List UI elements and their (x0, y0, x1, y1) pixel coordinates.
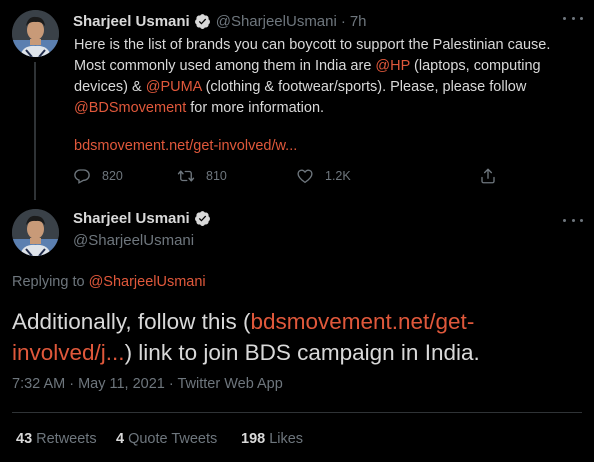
replying-label: Replying to (12, 274, 89, 290)
mention-bdsmovement[interactable]: @BDSmovement (74, 100, 186, 116)
author-handle[interactable]: @SharjeelUsmani (216, 13, 337, 30)
retweets-stat[interactable]: 43 Retweets (16, 431, 97, 447)
more-icon[interactable] (563, 11, 583, 25)
avatar[interactable] (12, 209, 59, 256)
author-handle[interactable]: @SharjeelUsmani (73, 232, 194, 249)
likes-label: Likes (269, 431, 304, 447)
mention-hp[interactable]: @HP (375, 58, 410, 74)
tweet-text: Here is the list of brands you can boyco… (74, 35, 569, 119)
retweet-count: 810 (206, 169, 227, 183)
tweet-text-part: ) link to join BDS campaign in India. (124, 340, 480, 365)
tweet-timestamp[interactable]: 7:32 AM · May 11, 2021 · Twitter Web App (12, 376, 283, 392)
tweet-text-part: for more information. (186, 100, 325, 116)
thread-line (34, 62, 36, 200)
avatar[interactable] (12, 10, 59, 57)
like-count: 1.2K (325, 169, 351, 183)
separator-dot: · (340, 12, 346, 30)
retweets-label: Retweets (36, 431, 97, 447)
tweet-time[interactable]: 7h (350, 13, 367, 30)
tweet-text: Additionally, follow this (bdsmovement.n… (12, 306, 582, 368)
replying-to: Replying to @SharjeelUsmani (12, 274, 206, 290)
avatar-image (12, 209, 59, 256)
likes-count: 198 (241, 431, 266, 447)
share-icon (481, 168, 495, 184)
tweet-text-part: (clothing & footwear/sports). Please, pl… (201, 79, 527, 95)
mention-puma[interactable]: @PUMA (146, 79, 202, 95)
reply-button[interactable]: 820 (73, 166, 123, 186)
avatar-image (12, 10, 59, 57)
retweet-button[interactable]: 810 (177, 166, 227, 186)
verified-icon (194, 13, 210, 29)
like-button[interactable]: 1.2K (296, 166, 351, 186)
verified-icon (194, 211, 210, 226)
author-name[interactable]: Sharjeel Usmani (73, 13, 190, 30)
retweets-count: 43 (16, 431, 33, 447)
tweet-actions: 820 810 1.2K (73, 166, 513, 186)
reply-icon (74, 169, 90, 184)
author-name[interactable]: Sharjeel Usmani (73, 210, 190, 227)
more-icon[interactable] (563, 213, 583, 227)
tweet-text-part: Additionally, follow this ( (12, 309, 251, 334)
tweet-header: Sharjeel Usmani @SharjeelUsmani · 7h (73, 11, 367, 31)
parent-tweet[interactable]: Sharjeel Usmani @SharjeelUsmani · 7h Her… (0, 0, 594, 200)
focused-tweet: Sharjeel Usmani @SharjeelUsmani Replying… (0, 200, 594, 462)
likes-stat[interactable]: 198 Likes (241, 431, 303, 447)
tweet-link[interactable]: bdsmovement.net/get-involved/w... (74, 136, 297, 157)
retweet-icon (177, 170, 195, 182)
share-button[interactable] (479, 166, 508, 186)
reply-count: 820 (102, 169, 123, 183)
like-icon (297, 169, 313, 184)
replying-handle[interactable]: @SharjeelUsmani (89, 274, 206, 290)
quote-tweets-stat[interactable]: 4 Quote Tweets (116, 431, 217, 447)
quotes-label: Quote Tweets (128, 431, 218, 447)
divider (12, 412, 582, 413)
author-name-row: Sharjeel Usmani (73, 210, 211, 227)
quotes-count: 4 (116, 431, 125, 447)
